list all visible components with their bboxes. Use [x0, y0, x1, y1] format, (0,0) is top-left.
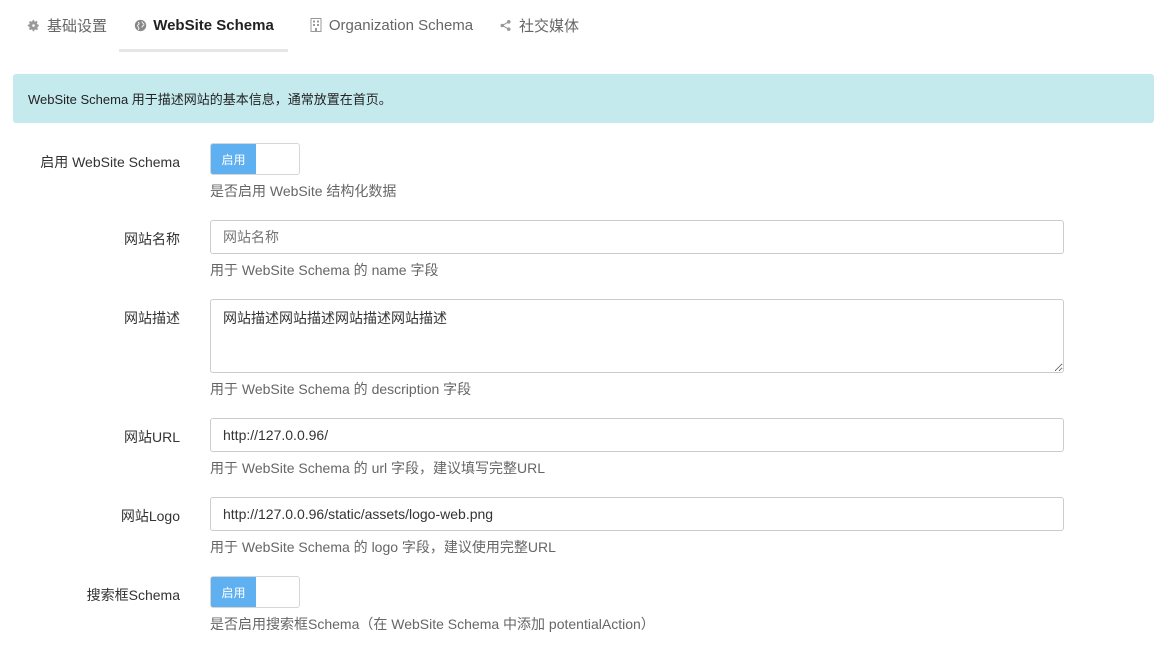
site-url-input[interactable] — [210, 418, 1064, 452]
share-icon — [499, 18, 513, 32]
gear-icon — [27, 18, 41, 32]
tab-social-media[interactable]: 社交媒体 — [492, 0, 586, 50]
search-box-schema-label: 搜索框Schema — [86, 587, 180, 603]
info-alert: WebSite Schema 用于描述网站的基本信息，通常放置在首页。 — [13, 74, 1154, 123]
switch-on-label: 启用 — [211, 577, 256, 607]
enable-website-schema-switch[interactable]: 启用 — [210, 143, 300, 175]
settings-tabs: 基础设置 WebSite Schema Organization Schema … — [0, 0, 1154, 52]
globe-icon — [133, 18, 147, 32]
tab-label: WebSite Schema — [153, 16, 274, 34]
tab-organization-schema[interactable]: Organization Schema — [296, 0, 486, 50]
site-logo-help: 用于 WebSite Schema 的 logo 字段，建议使用完整URL — [210, 539, 556, 555]
site-name-input[interactable] — [210, 220, 1064, 254]
tab-basic-settings[interactable]: 基础设置 — [18, 0, 116, 50]
switch-on-label: 启用 — [211, 144, 256, 174]
tab-label: Organization Schema — [328, 16, 474, 34]
switch-handle — [256, 577, 299, 607]
tab-label: 社交媒体 — [518, 17, 579, 35]
search-box-schema-switch[interactable]: 启用 — [210, 576, 300, 608]
alert-text: WebSite Schema 用于描述网站的基本信息，通常放置在首页。 — [28, 92, 392, 107]
site-logo-input[interactable] — [210, 497, 1064, 531]
site-url-label: 网站URL — [123, 429, 180, 445]
search-box-schema-help: 是否启用搜索框Schema（在 WebSite Schema 中添加 poten… — [210, 616, 655, 632]
site-url-help: 用于 WebSite Schema 的 url 字段，建议填写完整URL — [210, 460, 546, 476]
tab-label: 基础设置 — [46, 17, 107, 35]
enable-website-schema-help: 是否启用 WebSite 结构化数据 — [210, 183, 397, 199]
site-description-textarea[interactable]: 网站描述网站描述网站描述网站描述 — [210, 299, 1064, 373]
enable-website-schema-label: 启用 WebSite Schema — [40, 154, 180, 170]
site-description-help: 用于 WebSite Schema 的 description 字段 — [210, 381, 472, 397]
tab-website-schema[interactable]: WebSite Schema — [119, 0, 288, 52]
site-name-label: 网站名称 — [124, 231, 180, 247]
building-icon — [309, 18, 323, 32]
site-name-help: 用于 WebSite Schema 的 name 字段 — [210, 262, 439, 278]
switch-handle — [256, 144, 299, 174]
site-description-label: 网站描述 — [124, 310, 180, 326]
site-logo-label: 网站Logo — [120, 508, 180, 524]
